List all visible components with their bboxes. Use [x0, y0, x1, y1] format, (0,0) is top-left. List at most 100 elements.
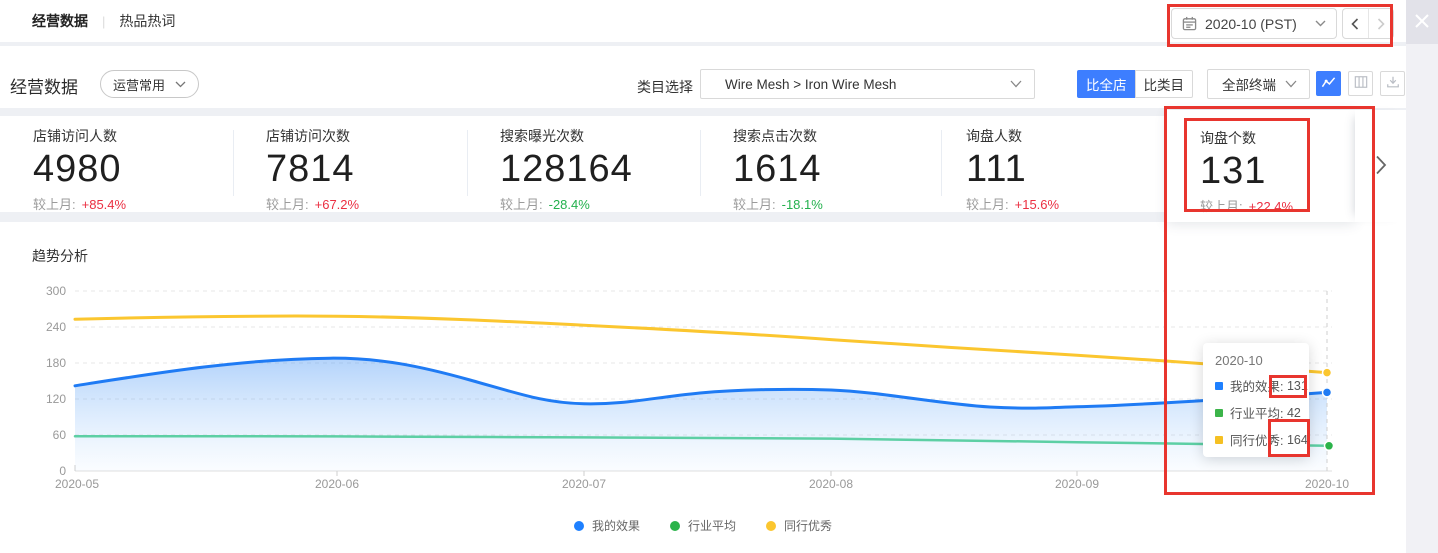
preset-dropdown[interactable]: 运营常用	[100, 70, 199, 98]
datapoint-peer-excellent[interactable]	[1323, 368, 1332, 377]
download-icon	[1386, 75, 1400, 92]
stat-delta-value: -28.4%	[549, 197, 590, 212]
tab-hot-keywords[interactable]: 热品热词	[119, 11, 175, 31]
svg-text:2020-06: 2020-06	[315, 477, 359, 491]
stat-card-impressions[interactable]: 搜索曝光次数 128164 较上月:-28.4%	[467, 116, 700, 212]
stat-card-inquiries-highlighted[interactable]: 询盘个数 131 较上月:+22.4%	[1167, 110, 1355, 222]
svg-text:60: 60	[53, 428, 67, 442]
svg-text:2020-07: 2020-07	[562, 477, 606, 491]
tooltip-value: 42	[1287, 406, 1301, 420]
next-month-button[interactable]	[1368, 9, 1394, 38]
stat-delta-label: 较上月:	[33, 197, 76, 212]
stat-label: 店铺访问人数	[33, 126, 223, 146]
prev-month-button[interactable]	[1343, 9, 1368, 38]
trend-chart-title: 趋势分析	[32, 246, 88, 266]
stat-value: 131	[1200, 149, 1345, 193]
chevron-down-icon	[175, 81, 186, 88]
stat-delta-label: 较上月:	[1200, 199, 1243, 214]
blue-dot-icon	[574, 521, 584, 531]
tooltip-row-industry-average: 行业平均: 42	[1215, 403, 1297, 422]
cards-next-button[interactable]	[1355, 110, 1407, 222]
stat-delta-label: 较上月:	[500, 197, 543, 212]
date-picker[interactable]: 2020-10 (PST)	[1171, 8, 1337, 39]
tab-divider: |	[102, 14, 105, 29]
x-axis-labels: 2020-05 2020-06 2020-07 2020-08 2020-09 …	[55, 477, 1349, 491]
svg-text:300: 300	[46, 284, 66, 298]
month-nav	[1342, 8, 1394, 39]
stat-label: 店铺访问次数	[266, 126, 457, 146]
calendar-icon	[1182, 16, 1197, 31]
chevron-down-icon	[1285, 80, 1297, 88]
stat-delta-label: 较上月:	[966, 197, 1009, 212]
chevron-down-icon	[1010, 80, 1022, 88]
top-tabs: 经营数据 | 热品热词	[32, 0, 175, 42]
stat-delta-value: +22.4%	[1249, 199, 1293, 214]
category-select-value: Wire Mesh > Iron Wire Mesh	[725, 77, 896, 92]
stat-delta-value: +67.2%	[315, 197, 359, 212]
tooltip-value: 131	[1287, 379, 1308, 393]
yellow-square-icon	[1215, 436, 1223, 444]
yellow-dot-icon	[766, 521, 776, 531]
legend-item-my-performance[interactable]: 我的效果	[574, 517, 640, 534]
stat-value: 111	[966, 147, 1157, 191]
section-title: 经营数据	[10, 73, 78, 98]
download-button[interactable]	[1380, 71, 1405, 96]
stat-card-visits[interactable]: 店铺访问次数 7814 较上月: +67.2%	[233, 116, 467, 212]
category-select-label: 类目选择	[637, 77, 693, 97]
table-columns-icon	[1354, 75, 1368, 92]
chevron-right-icon	[1375, 155, 1387, 178]
tooltip-date: 2020-10	[1215, 353, 1297, 368]
datapoint-my-performance[interactable]	[1323, 388, 1332, 397]
close-button[interactable]	[1406, 0, 1438, 44]
card-divider	[700, 130, 701, 196]
card-divider	[233, 130, 234, 196]
green-square-icon	[1215, 409, 1223, 417]
compare-toggle: 比全店 比类目	[1077, 70, 1193, 98]
tooltip-label: 行业平均:	[1230, 403, 1283, 422]
stat-label: 询盘人数	[966, 126, 1157, 146]
legend-label: 我的效果	[592, 517, 640, 534]
chevron-down-icon	[1315, 20, 1326, 27]
stat-delta-label: 较上月:	[733, 197, 776, 212]
series-area-my-performance	[75, 358, 1327, 471]
chart-legend: 我的效果 行业平均 同行优秀	[0, 517, 1406, 534]
card-divider	[941, 130, 942, 196]
tooltip-row-peer-excellent: 同行优秀: 164	[1215, 430, 1297, 449]
terminal-select[interactable]: 全部终端	[1207, 69, 1310, 99]
stat-delta-label: 较上月:	[266, 197, 309, 212]
blue-square-icon	[1215, 382, 1223, 390]
close-icon	[1413, 12, 1431, 33]
datapoint-industry-average[interactable]	[1325, 441, 1334, 450]
tab-business-data[interactable]: 经营数据	[32, 11, 88, 31]
stat-delta-value: +85.4%	[82, 197, 126, 212]
stat-value: 7814	[266, 147, 457, 191]
compare-whole-store-button[interactable]: 比全店	[1077, 70, 1135, 98]
tooltip-label: 我的效果:	[1230, 376, 1283, 395]
legend-item-industry-average[interactable]: 行业平均	[670, 517, 736, 534]
legend-item-peer-excellent[interactable]: 同行优秀	[766, 517, 832, 534]
stat-card-clicks[interactable]: 搜索点击次数 1614 较上月:-18.1%	[700, 116, 933, 212]
stat-card-inquirers[interactable]: 询盘人数 111 较上月:+15.6%	[933, 116, 1167, 212]
chart-tooltip: 2020-10 我的效果: 131 行业平均: 42 同行优秀: 164	[1203, 343, 1309, 457]
card-divider	[467, 130, 468, 196]
stat-value: 128164	[500, 147, 690, 191]
svg-text:180: 180	[46, 356, 66, 370]
stat-label: 搜索点击次数	[733, 126, 923, 146]
top-bar: 经营数据 | 热品热词 2020-10 (PST)	[0, 0, 1438, 42]
category-select[interactable]: Wire Mesh > Iron Wire Mesh	[700, 69, 1035, 99]
chart-view-button[interactable]	[1316, 71, 1341, 96]
svg-text:2020-09: 2020-09	[1055, 477, 1099, 491]
stat-value: 1614	[733, 147, 923, 191]
svg-text:120: 120	[46, 392, 66, 406]
page-side-gutter	[1406, 0, 1438, 553]
svg-text:2020-10: 2020-10	[1305, 477, 1349, 491]
green-dot-icon	[670, 521, 680, 531]
tooltip-value: 164	[1287, 433, 1308, 447]
tooltip-row-my-performance: 我的效果: 131	[1215, 376, 1297, 395]
svg-text:0: 0	[59, 464, 66, 478]
table-view-button[interactable]	[1348, 71, 1373, 96]
terminal-select-value: 全部终端	[1222, 74, 1276, 94]
compare-category-button[interactable]: 比类目	[1135, 70, 1194, 98]
stat-value: 4980	[33, 147, 223, 191]
stat-card-visitors[interactable]: 店铺访问人数 4980 较上月: +85.4%	[0, 116, 233, 212]
